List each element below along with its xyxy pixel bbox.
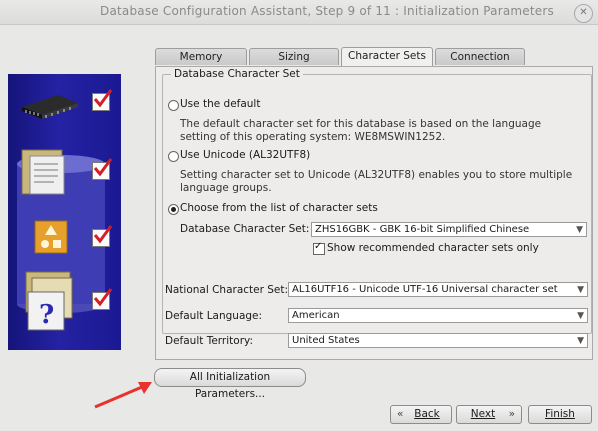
use-default-radio[interactable]: [168, 100, 179, 111]
choose-list-label: Choose from the list of character sets: [180, 202, 378, 214]
default-language-select[interactable]: American ▼: [288, 308, 588, 323]
chevron-down-icon: ▼: [576, 225, 583, 235]
national-charset-select[interactable]: AL16UTF16 - Unicode UTF-16 Universal cha…: [288, 282, 588, 297]
db-charset-value: ZHS16GBK - GBK 16-bit Simplified Chinese: [315, 224, 530, 235]
national-charset-value: AL16UTF16 - Unicode UTF-16 Universal cha…: [292, 284, 558, 295]
chevron-down-icon: ▼: [577, 336, 584, 346]
default-territory-select[interactable]: United States ▼: [288, 333, 588, 348]
character-sets-panel: Database Character Set Use the default T…: [155, 66, 593, 360]
show-recommended-label: Show recommended character sets only: [327, 242, 539, 254]
national-charset-label: National Character Set:: [165, 284, 289, 296]
tab-character-sets[interactable]: Character Sets: [341, 47, 433, 66]
step-row-connection-mode: ?: [8, 271, 121, 331]
step-row-memory: [8, 81, 121, 127]
default-language-label: Default Language:: [165, 310, 263, 322]
back-button[interactable]: « Back: [390, 405, 452, 424]
chevron-right-icon: »: [508, 408, 515, 420]
documents-folder-icon: [21, 149, 65, 195]
use-unicode-description: Setting character set to Unicode (AL32UT…: [180, 169, 573, 194]
chevron-down-icon: ▼: [577, 285, 584, 295]
next-button[interactable]: Next »: [456, 405, 522, 424]
step-complete-checkbox: [92, 288, 113, 310]
tab-sizing[interactable]: Sizing: [249, 48, 339, 65]
step-complete-checkbox: [92, 158, 113, 180]
finish-button[interactable]: Finish: [528, 405, 592, 424]
chevron-left-icon: «: [397, 408, 404, 420]
step-complete-checkbox: [92, 225, 113, 247]
red-arrow-annotation-icon: [94, 382, 152, 409]
memory-chip-icon: [22, 95, 78, 119]
use-default-label: Use the default: [180, 98, 261, 110]
db-charset-select[interactable]: ZHS16GBK - GBK 16-bit Simplified Chinese…: [311, 222, 587, 237]
wizard-side-panel: ?: [8, 74, 121, 350]
step-row-sizing: [8, 149, 121, 196]
next-button-label: Next: [470, 408, 496, 420]
db-charset-label: Database Character Set:: [180, 223, 310, 235]
use-default-description: The default character set for this datab…: [180, 118, 542, 143]
tab-memory[interactable]: Memory: [155, 48, 247, 65]
default-territory-value: United States: [292, 335, 360, 346]
show-recommended-checkbox[interactable]: [313, 241, 325, 255]
window-title: Database Configuration Assistant, Step 9…: [100, 4, 554, 18]
help-folder-icon: ?: [25, 271, 73, 331]
group-legend: Database Character Set: [171, 68, 303, 80]
close-window-button[interactable]: ✕: [574, 4, 593, 23]
choose-list-radio[interactable]: [168, 204, 179, 215]
default-language-value: American: [292, 310, 340, 321]
default-territory-label: Default Territory:: [165, 335, 254, 347]
tab-connection-mode[interactable]: Connection Mode: [435, 48, 525, 80]
svg-text:?: ?: [39, 300, 54, 330]
finish-button-label: Finish: [545, 408, 575, 420]
step-row-character-sets: [8, 217, 121, 263]
use-unicode-radio[interactable]: [168, 151, 179, 162]
chevron-down-icon: ▼: [577, 311, 584, 321]
back-button-label: Back: [414, 408, 440, 420]
all-initialization-parameters-button[interactable]: All Initialization Parameters...: [154, 368, 306, 400]
shapes-icon: [34, 220, 68, 254]
use-unicode-label: Use Unicode (AL32UTF8): [180, 149, 311, 161]
title-bar: Database Configuration Assistant, Step 9…: [0, 0, 598, 25]
step-complete-checkbox: [92, 89, 113, 111]
